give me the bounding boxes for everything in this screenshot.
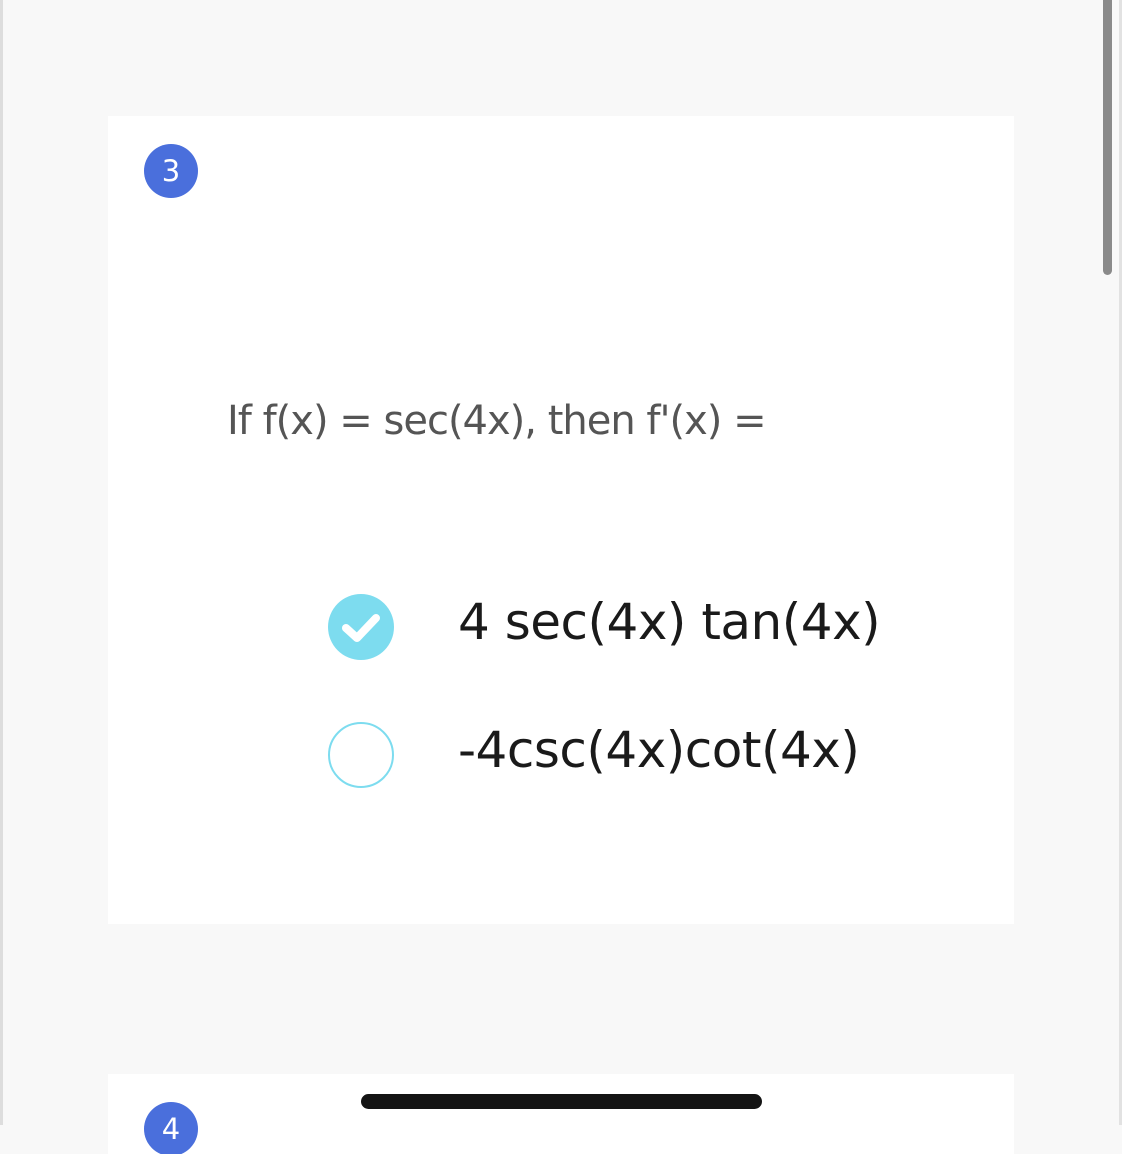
radio-unselected[interactable] bbox=[328, 722, 394, 788]
question-card: 3 If f(x) = sec(4x), then f'(x) = 4 sec(… bbox=[108, 116, 1014, 924]
page-left-edge bbox=[0, 0, 3, 1125]
home-indicator[interactable] bbox=[361, 1094, 762, 1109]
answer-option-1[interactable]: 4 sec(4x) tan(4x) bbox=[328, 592, 928, 662]
question-number-badge: 4 bbox=[144, 1102, 198, 1154]
radio-selected[interactable] bbox=[328, 594, 394, 660]
answer-option-label: -4csc(4x)cot(4x) bbox=[458, 721, 860, 779]
answer-option-label: 4 sec(4x) tan(4x) bbox=[458, 593, 881, 651]
question-text: If f(x) = sec(4x), then f'(x) = bbox=[227, 398, 767, 444]
scrollbar-thumb[interactable] bbox=[1103, 0, 1112, 275]
question-number-badge: 3 bbox=[144, 144, 198, 198]
next-question-card: 4 bbox=[108, 1074, 1014, 1154]
answer-option-2[interactable]: -4csc(4x)cot(4x) bbox=[328, 720, 928, 790]
checkmark-icon bbox=[342, 614, 380, 642]
